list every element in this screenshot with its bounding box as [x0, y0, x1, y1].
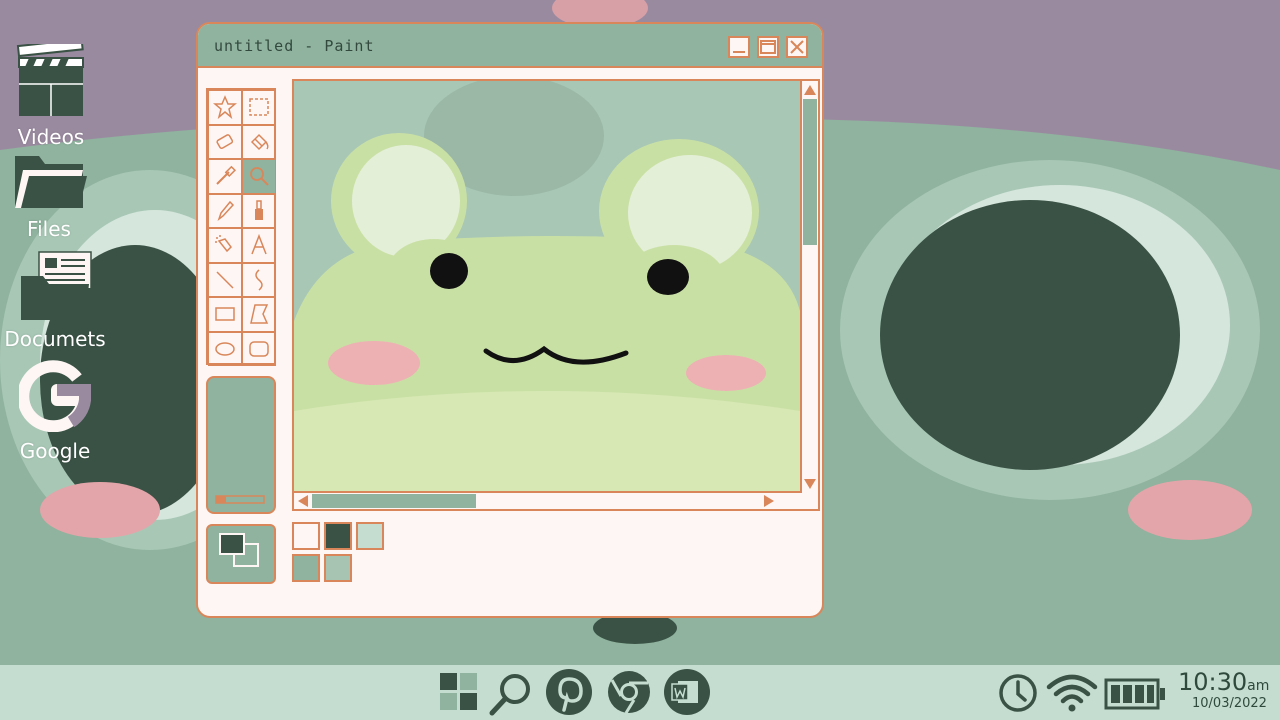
- brush-size-slider[interactable]: [208, 378, 274, 512]
- taskbar-clock[interactable]: 10:30am: [1178, 668, 1269, 696]
- brush-icon: [255, 200, 263, 220]
- rectangle-icon: [215, 307, 235, 321]
- tool-eraser[interactable]: [208, 124, 242, 159]
- text-icon: [251, 234, 267, 255]
- tool-rectangle[interactable]: [208, 297, 242, 332]
- close-icon: [790, 40, 804, 54]
- clock-icon[interactable]: [998, 673, 1038, 713]
- minimize-icon: [733, 51, 745, 53]
- foreground-background-color-icon: [219, 533, 259, 567]
- desktop-icon-label: Documets: [4, 327, 106, 351]
- scroll-right-icon[interactable]: [762, 494, 776, 508]
- vertical-scrollbar[interactable]: [800, 81, 818, 493]
- desktop-icon-videos[interactable]: Videos: [0, 38, 106, 149]
- desktop-icon-files[interactable]: Files: [0, 150, 104, 241]
- vertical-scroll-thumb[interactable]: [803, 99, 817, 245]
- tool-free-form-select[interactable]: [208, 90, 242, 125]
- maximize-icon: [760, 40, 776, 54]
- color-palette: [292, 522, 392, 586]
- clock-ampm: am: [1247, 678, 1270, 694]
- start-grid-icon[interactable]: [438, 671, 480, 713]
- google-icon: [17, 360, 91, 433]
- window-titlebar[interactable]: untitled - Paint: [198, 24, 822, 68]
- airbrush-icon: [215, 235, 232, 253]
- palette-swatch[interactable]: [292, 522, 320, 550]
- desktop-icon-documents[interactable]: Documets: [0, 250, 110, 351]
- close-button[interactable]: [786, 36, 808, 58]
- canvas-area: [292, 79, 820, 511]
- free-form-select-icon: [213, 95, 237, 120]
- desktop-icon-label: Files: [27, 217, 71, 241]
- taskbar-date: 10/03/2022: [1192, 696, 1267, 711]
- horizontal-scroll-thumb[interactable]: [312, 494, 476, 508]
- rect-select-icon: [249, 98, 269, 116]
- horizontal-scrollbar[interactable]: [294, 491, 800, 509]
- tool-polygon[interactable]: [242, 297, 276, 332]
- tool-rect-select[interactable]: [242, 90, 276, 125]
- polygon-icon: [250, 304, 269, 324]
- desktop-icon-label: Google: [19, 439, 91, 463]
- tool-options-panel[interactable]: [206, 376, 276, 514]
- word-icon[interactable]: [664, 669, 710, 715]
- palette-swatch[interactable]: [324, 522, 352, 550]
- desktop: Videos Files Documets Google untitled - …: [0, 0, 1280, 665]
- tool-line[interactable]: [208, 262, 242, 297]
- rounded-rect-icon: [249, 341, 269, 357]
- tool-curve[interactable]: [242, 262, 276, 297]
- scroll-left-icon[interactable]: [296, 494, 310, 508]
- pinterest-icon[interactable]: [546, 669, 592, 715]
- tool-text[interactable]: [242, 228, 276, 263]
- magnifier-icon: [250, 167, 269, 186]
- curve-icon: [255, 269, 263, 291]
- palette-swatch[interactable]: [356, 522, 384, 550]
- chrome-icon[interactable]: [606, 669, 652, 715]
- palette-swatch[interactable]: [292, 554, 320, 582]
- window-title: untitled - Paint: [214, 37, 375, 55]
- paint-window[interactable]: untitled - Paint: [196, 22, 824, 618]
- minimize-button[interactable]: [728, 36, 750, 58]
- tool-fill[interactable]: [242, 124, 276, 159]
- palette-swatch[interactable]: [324, 554, 352, 582]
- scroll-down-icon[interactable]: [803, 477, 817, 491]
- frog-drawing: [294, 81, 800, 493]
- ellipse-icon: [215, 342, 235, 356]
- eraser-icon: [216, 133, 234, 149]
- desktop-icon-label: Videos: [17, 125, 85, 149]
- tool-airbrush[interactable]: [208, 228, 242, 263]
- taskbar: [0, 665, 1280, 720]
- battery-icon[interactable]: [1104, 677, 1168, 711]
- tool-color-picker[interactable]: [208, 159, 242, 194]
- clock-time-value: 10:30: [1178, 668, 1248, 696]
- clapperboard-icon: [16, 38, 84, 116]
- search-icon[interactable]: [488, 671, 534, 717]
- tool-rounded-rect[interactable]: [242, 331, 276, 366]
- tool-ellipse[interactable]: [208, 331, 242, 366]
- pencil-icon: [217, 200, 235, 221]
- documents-folder-icon: [21, 251, 93, 320]
- line-icon: [216, 271, 234, 289]
- folder-icon: [15, 156, 87, 208]
- tool-pencil[interactable]: [208, 193, 242, 228]
- tool-magnifier[interactable]: [242, 159, 276, 194]
- current-colors[interactable]: [206, 524, 276, 584]
- tool-brush[interactable]: [242, 193, 276, 228]
- wifi-icon[interactable]: [1046, 673, 1098, 713]
- maximize-button[interactable]: [757, 36, 779, 58]
- desktop-icon-google[interactable]: Google: [0, 360, 110, 463]
- toolbox: [206, 88, 276, 366]
- scroll-up-icon[interactable]: [803, 83, 817, 97]
- fill-bucket-icon: [250, 133, 269, 150]
- color-picker-icon: [216, 165, 237, 185]
- drawing-canvas[interactable]: [294, 81, 800, 493]
